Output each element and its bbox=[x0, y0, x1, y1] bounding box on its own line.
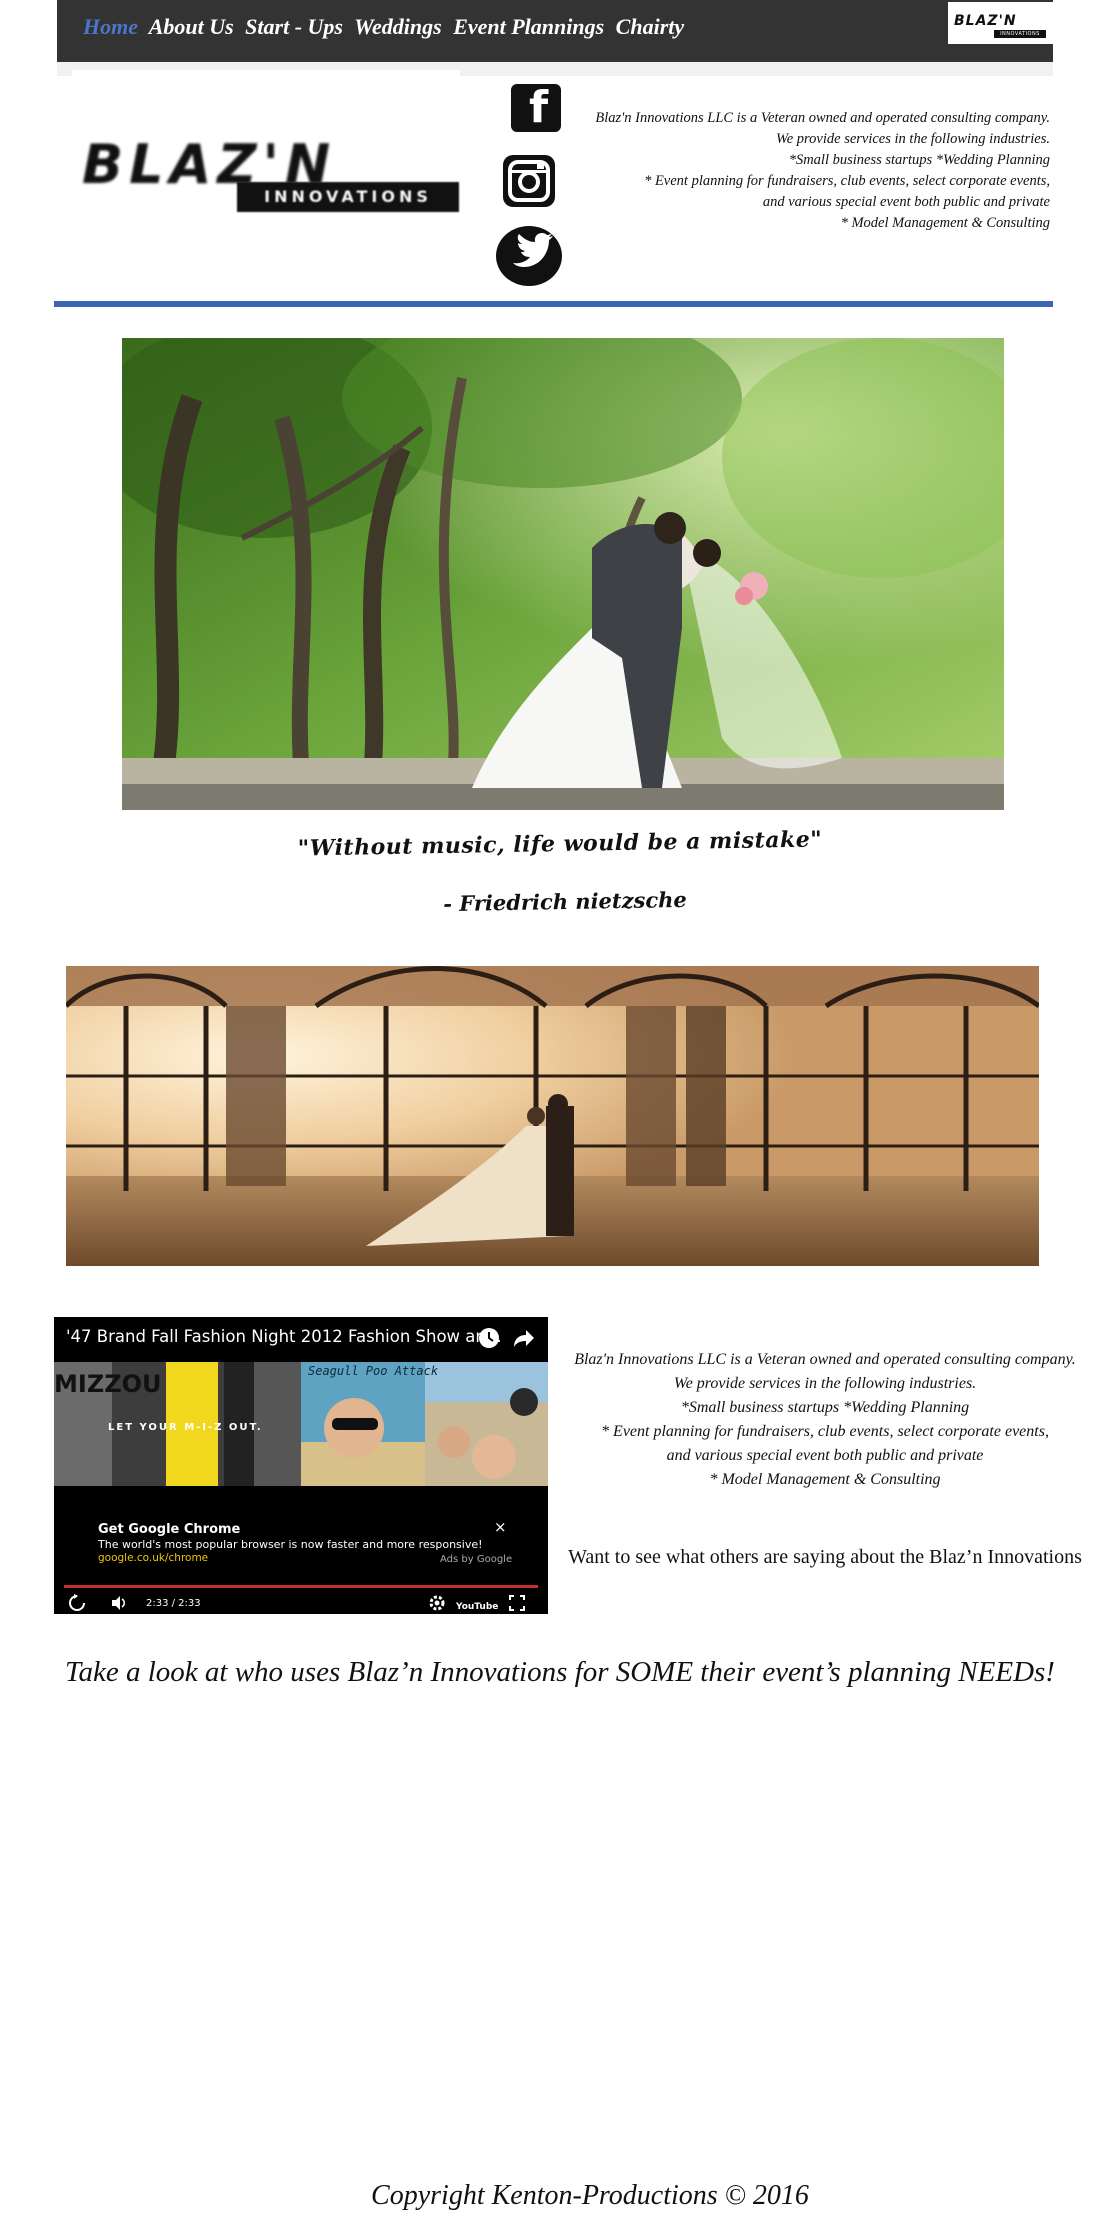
video-progress-bar[interactable] bbox=[64, 1585, 538, 1588]
side-info-line: Blaz'n Innovations LLC is a Veteran owne… bbox=[574, 1351, 1076, 1368]
settings-gear-icon[interactable] bbox=[428, 1594, 446, 1612]
brand-logo-sub: INNOVATIONS bbox=[264, 187, 432, 206]
ad-description: The world's most popular browser is now … bbox=[98, 1538, 483, 1551]
volume-icon[interactable] bbox=[110, 1594, 128, 1612]
ad-title[interactable]: Get Google Chrome bbox=[98, 1522, 240, 1537]
nav-link-event-plannings[interactable]: Event Plannings bbox=[453, 14, 604, 39]
header-info-line: * Event planning for fundraisers, club e… bbox=[644, 173, 1050, 189]
thumb-left-caption: LET YOUR M-I-Z OUT. bbox=[108, 1422, 263, 1433]
video-title[interactable]: '47 Brand Fall Fashion Night 2012 Fashio… bbox=[66, 1327, 502, 1346]
nav-logo[interactable]: BLAZ'N INNOVATIONS bbox=[948, 2, 1054, 44]
twitter-icon[interactable] bbox=[496, 226, 562, 286]
side-info-line: * Event planning for fundraisers, club e… bbox=[601, 1423, 1049, 1440]
header-info-line: We provide services in the following ind… bbox=[776, 131, 1050, 147]
header-info-line: * Model Management & Consulting bbox=[840, 215, 1050, 231]
wedding-kiss-photo bbox=[122, 338, 1004, 810]
side-info-line: * Model Management & Consulting bbox=[709, 1471, 941, 1488]
brand-logo-bar: INNOVATIONS bbox=[237, 182, 459, 212]
watch-later-icon[interactable] bbox=[478, 1327, 500, 1349]
brand-logo: BLAZ'N INNOVATIONS bbox=[82, 138, 462, 216]
video-thumbnail-grid: MIZZOU LET YOUR M-I-Z OUT. Seagull Poo A… bbox=[54, 1362, 548, 1486]
side-info: Blaz'n Innovations LLC is a Veteran owne… bbox=[566, 1348, 1084, 1492]
instagram-icon[interactable] bbox=[503, 155, 555, 207]
clients-heading: Take a look at who uses Blaz’n Innovatio… bbox=[65, 1656, 1055, 1688]
nav-logo-word: BLAZ'N bbox=[954, 13, 1017, 29]
share-icon[interactable] bbox=[512, 1327, 536, 1349]
nav-logo-sub: INNOVATIONS bbox=[994, 30, 1046, 38]
wedding-venue-photo bbox=[66, 966, 1039, 1266]
nav-links: Home About Us Start - Ups Weddings Event… bbox=[83, 14, 690, 40]
header-info-line: and various special event both public an… bbox=[762, 194, 1050, 210]
side-info-line: *Small business startups *Wedding Planni… bbox=[680, 1399, 970, 1416]
video-time: 2:33 / 2:33 bbox=[146, 1598, 201, 1609]
ad-close-button[interactable]: × bbox=[494, 1518, 507, 1536]
quote-author: - Friedrich nietzsche bbox=[443, 886, 687, 917]
header-divider bbox=[54, 301, 1053, 307]
ads-by-google-label: Ads by Google bbox=[440, 1554, 513, 1565]
header-info-line: *Small business startups *Wedding Planni… bbox=[788, 152, 1050, 168]
side-info-line: We provide services in the following ind… bbox=[673, 1375, 977, 1392]
facebook-icon[interactable]: f bbox=[511, 84, 561, 132]
top-nav-bar: Home About Us Start - Ups Weddings Event… bbox=[57, 0, 1054, 62]
nav-link-weddings[interactable]: Weddings bbox=[354, 14, 442, 39]
nav-underbar-slot bbox=[72, 70, 460, 78]
header-info: Blaz'n Innovations LLC is a Veteran owne… bbox=[560, 108, 1050, 234]
copyright-footer: Copyright Kenton-Productions © 2016 bbox=[371, 2180, 809, 2211]
replay-icon[interactable] bbox=[68, 1594, 86, 1612]
nav-link-home[interactable]: Home bbox=[83, 14, 138, 39]
youtube-logo[interactable]: YouTube bbox=[456, 1596, 498, 1612]
video-player[interactable]: '47 Brand Fall Fashion Night 2012 Fashio… bbox=[54, 1317, 548, 1614]
side-info-line: and various special event both public an… bbox=[666, 1447, 984, 1464]
header-info-line: Blaz'n Innovations LLC is a Veteran owne… bbox=[595, 110, 1050, 126]
video-ad-overlay[interactable]: Get Google Chrome The world's most popul… bbox=[54, 1486, 548, 1614]
nav-link-start-ups[interactable]: Start - Ups bbox=[245, 14, 343, 39]
nav-link-chairty[interactable]: Chairty bbox=[616, 14, 684, 39]
mizzou-shirt-text: MIZZOU bbox=[54, 1370, 162, 1398]
thumb-mid-caption: Seagull Poo Attack bbox=[308, 1364, 439, 1378]
nav-link-about-us[interactable]: About Us bbox=[149, 14, 234, 39]
testimonial-prompt: Want to see what others are saying about… bbox=[568, 1546, 1082, 1568]
quote-text: "Without music, life would be a mistake" bbox=[297, 826, 823, 862]
ad-url[interactable]: google.co.uk/chrome bbox=[98, 1552, 208, 1564]
fullscreen-icon[interactable] bbox=[508, 1594, 526, 1612]
